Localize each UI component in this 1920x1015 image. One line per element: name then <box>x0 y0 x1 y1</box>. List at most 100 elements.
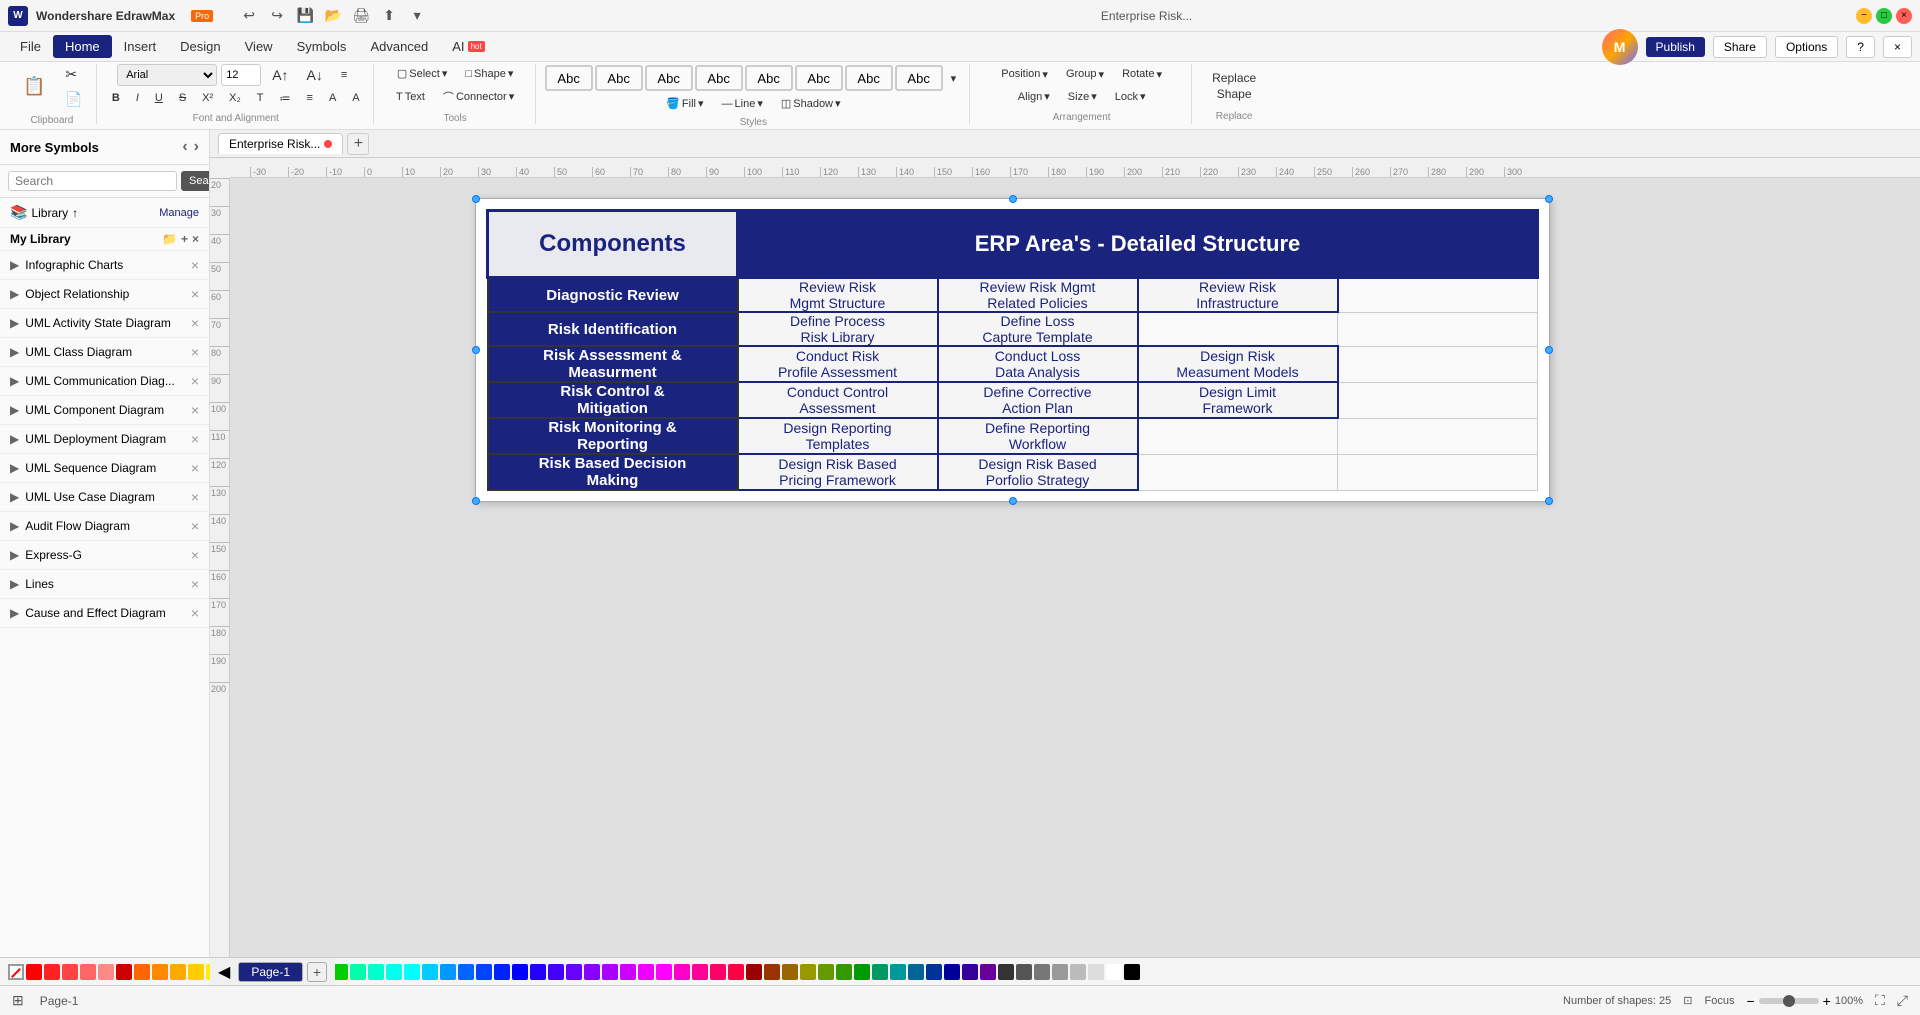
share-button[interactable]: Share <box>1713 36 1767 58</box>
close-icon-1[interactable]: × <box>191 286 199 302</box>
color-swatch[interactable] <box>890 964 906 980</box>
sidebar-item-lines[interactable]: ▶ Lines × <box>0 570 209 599</box>
highlight-button[interactable]: A <box>345 89 366 107</box>
my-library-add-icon[interactable]: 📁 <box>162 232 177 246</box>
close-icon-2[interactable]: × <box>191 315 199 331</box>
x-button[interactable]: × <box>1883 36 1912 58</box>
zoom-thumb[interactable] <box>1783 995 1795 1007</box>
color-swatch[interactable] <box>188 964 204 980</box>
color-swatch[interactable] <box>476 964 492 980</box>
style-abc-4[interactable]: Abc <box>695 65 743 91</box>
style-abc-3[interactable]: Abc <box>645 65 693 91</box>
close-icon-7[interactable]: × <box>191 460 199 476</box>
zoom-slider[interactable] <box>1759 998 1819 1004</box>
color-swatch[interactable] <box>1016 964 1032 980</box>
menu-ai[interactable]: AI hot <box>440 35 496 58</box>
color-swatch[interactable] <box>80 964 96 980</box>
minimize-button[interactable]: − <box>1856 8 1872 24</box>
close-icon-8[interactable]: × <box>191 489 199 505</box>
open-button[interactable]: 📂 <box>321 6 345 26</box>
color-swatch[interactable] <box>728 964 744 980</box>
color-swatch[interactable] <box>620 964 636 980</box>
manage-button[interactable]: Manage <box>159 207 199 219</box>
search-button[interactable]: Search <box>181 171 210 191</box>
color-swatch[interactable] <box>944 964 960 980</box>
color-swatch[interactable] <box>602 964 618 980</box>
menu-symbols[interactable]: Symbols <box>285 35 359 58</box>
italic-button[interactable]: I <box>129 89 146 107</box>
align-button2[interactable]: Align ▾ <box>1011 87 1057 106</box>
color-swatch[interactable] <box>836 964 852 980</box>
lock-button[interactable]: Lock ▾ <box>1108 87 1153 106</box>
group-button[interactable]: Group ▾ <box>1059 65 1111 84</box>
color-swatch[interactable] <box>584 964 600 980</box>
print-button[interactable]: 🖨 <box>349 6 373 26</box>
close-icon-3[interactable]: × <box>191 344 199 360</box>
my-library-remove-icon[interactable]: × <box>192 232 199 246</box>
menu-view[interactable]: View <box>233 35 285 58</box>
add-page-button[interactable]: + <box>307 962 327 982</box>
fill-button[interactable]: 🪣 Fill ▾ <box>659 94 710 113</box>
color-swatch[interactable] <box>404 964 420 980</box>
handle-bl[interactable] <box>472 497 480 505</box>
search-input[interactable] <box>8 171 177 191</box>
color-swatch[interactable] <box>818 964 834 980</box>
sidebar-item-uml-activity[interactable]: ▶ UML Activity State Diagram × <box>0 309 209 338</box>
sidebar-item-infographic[interactable]: ▶ Infographic Charts × <box>0 251 209 280</box>
menu-advanced[interactable]: Advanced <box>358 35 440 58</box>
font-color-button[interactable]: A <box>322 89 343 107</box>
color-swatch[interactable] <box>800 964 816 980</box>
color-swatch[interactable] <box>746 964 762 980</box>
list-button[interactable]: ≔ <box>273 89 298 108</box>
close-icon-10[interactable]: × <box>191 547 199 563</box>
close-icon-6[interactable]: × <box>191 431 199 447</box>
fullscreen-icon[interactable]: ⛶ <box>1875 992 1885 1009</box>
zoom-out-button[interactable]: − <box>1746 993 1754 1009</box>
no-fill-color[interactable] <box>8 964 24 980</box>
sidebar-item-object[interactable]: ▶ Object Relationship × <box>0 280 209 309</box>
color-swatch[interactable] <box>710 964 726 980</box>
size-button[interactable]: Size ▾ <box>1061 87 1104 106</box>
undo-button[interactable]: ↩ <box>237 6 261 26</box>
handle-left[interactable] <box>472 346 480 354</box>
color-swatch[interactable] <box>782 964 798 980</box>
more-button[interactable]: ▾ <box>405 6 429 26</box>
copy-button[interactable]: 📄 <box>58 88 89 111</box>
color-swatch[interactable] <box>350 964 366 980</box>
menu-design[interactable]: Design <box>168 35 232 58</box>
superscript-button[interactable]: X² <box>195 89 220 107</box>
color-swatch[interactable] <box>656 964 672 980</box>
handle-right[interactable] <box>1545 346 1553 354</box>
color-swatch[interactable] <box>638 964 654 980</box>
font-decrease-button[interactable]: A↓ <box>300 64 330 86</box>
color-swatch[interactable] <box>908 964 924 980</box>
my-library-new-icon[interactable]: + <box>181 232 188 246</box>
publish-button[interactable]: Publish <box>1646 37 1705 57</box>
sidebar-item-uml-comm[interactable]: ▶ UML Communication Diag... × <box>0 367 209 396</box>
styles-more-button[interactable]: ▾ <box>944 64 964 92</box>
zoom-in-button[interactable]: + <box>1823 993 1831 1009</box>
color-swatch[interactable] <box>926 964 942 980</box>
diagram-tab[interactable]: Enterprise Risk... <box>218 133 343 154</box>
export-button[interactable]: ⬆ <box>377 6 401 26</box>
color-swatch[interactable] <box>368 964 384 980</box>
menu-home[interactable]: Home <box>53 35 112 58</box>
handle-bottom[interactable] <box>1009 497 1017 505</box>
color-swatch[interactable] <box>980 964 996 980</box>
style-abc-8[interactable]: Abc <box>895 65 943 91</box>
color-swatch[interactable] <box>440 964 456 980</box>
sidebar-item-uml-deploy[interactable]: ▶ UML Deployment Diagram × <box>0 425 209 454</box>
color-swatch[interactable] <box>1052 964 1068 980</box>
color-swatch[interactable] <box>386 964 402 980</box>
user-avatar[interactable]: M <box>1602 29 1638 65</box>
text-style-button[interactable]: T <box>250 89 271 107</box>
color-swatch[interactable] <box>1034 964 1050 980</box>
sidebar-item-uml-component[interactable]: ▶ UML Component Diagram × <box>0 396 209 425</box>
subscript-button[interactable]: X₂ <box>222 89 248 107</box>
save-button[interactable]: 💾 <box>293 6 317 26</box>
color-swatch[interactable] <box>1070 964 1086 980</box>
close-icon-4[interactable]: × <box>191 373 199 389</box>
help-button[interactable]: ? <box>1846 36 1875 58</box>
select-button[interactable]: ▢ Select ▾ <box>390 64 455 83</box>
close-icon-12[interactable]: × <box>191 605 199 621</box>
